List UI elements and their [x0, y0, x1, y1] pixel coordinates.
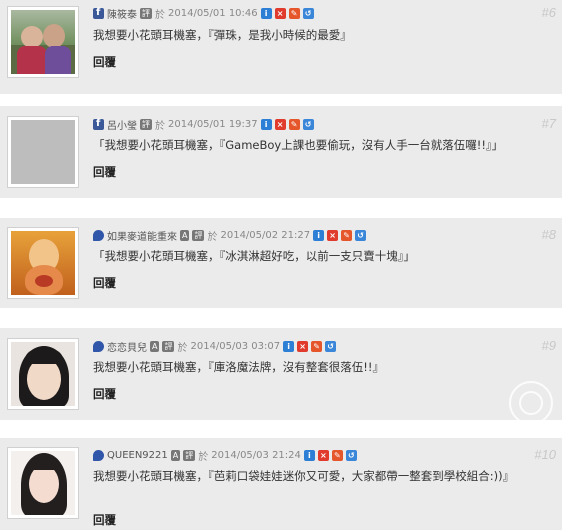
comment-10: QUEEN9221 A 評 於 2014/05/03 21:24 i × ✎ ↺…	[0, 438, 562, 530]
author-name[interactable]: 呂小瑩	[107, 117, 137, 132]
reply-icon[interactable]: ↺	[302, 7, 314, 19]
facebook-icon	[93, 7, 104, 19]
edit-icon[interactable]: ✎	[311, 340, 323, 352]
comment-meta: 陳筱泰 評 於 2014/05/01 10:46 i × ✎ ↺	[93, 6, 314, 21]
delete-icon[interactable]: ×	[317, 449, 329, 461]
timestamp: 2014/05/01 19:37	[168, 118, 258, 130]
timestamp: 2014/05/02 21:27	[220, 229, 311, 241]
posted-prefix: 於	[155, 120, 165, 132]
comment-meta: QUEEN9221 A 評 於 2014/05/03 21:24 i × ✎ ↺	[93, 448, 357, 463]
posted-prefix: 於	[207, 231, 218, 243]
facebook-icon	[93, 118, 104, 130]
info-icon[interactable]: i	[260, 118, 272, 130]
comment-text: 我想要小花頭耳機塞，『庫洛魔法牌，沒有整套很落伍!!』	[93, 360, 384, 374]
delete-icon[interactable]: ×	[327, 229, 339, 241]
comment-bubble-icon	[93, 449, 104, 461]
info-icon[interactable]: i	[303, 449, 315, 461]
author-name[interactable]: QUEEN9221	[107, 450, 168, 461]
comment-8: 如果麥道能重來 A 評 於 2014/05/02 21:27 i × ✎ ↺ #…	[0, 218, 562, 308]
edit-icon[interactable]: ✎	[288, 118, 300, 130]
info-icon[interactable]: i	[283, 340, 295, 352]
level-badge: A	[170, 449, 181, 461]
avatar[interactable]	[7, 447, 79, 519]
reply-icon[interactable]: ↺	[345, 449, 357, 461]
reply-link[interactable]: 回覆	[93, 512, 116, 528]
posted-prefix: 於	[155, 9, 165, 21]
comment-9: 恋恋貝兒 A 評 於 2014/05/03 03:07 i × ✎ ↺ #9 我…	[0, 328, 562, 420]
reply-icon[interactable]: ↺	[325, 340, 337, 352]
comment-6: 陳筱泰 評 於 2014/05/01 10:46 i × ✎ ↺ #6 我想要小…	[0, 0, 562, 94]
rating-badge: 評	[140, 118, 152, 130]
reply-link[interactable]: 回覆	[93, 54, 116, 70]
posted-prefix: 於	[198, 451, 209, 463]
level-badge: A	[150, 340, 160, 352]
rating-badge: 評	[162, 340, 175, 352]
level-badge: A	[180, 229, 190, 241]
reply-icon[interactable]: ↺	[355, 229, 367, 241]
comment-text: 「我想要小花頭耳機塞，『冰淇淋超好吃，以前一支只賣十塊』」	[93, 249, 415, 263]
info-icon[interactable]: i	[313, 229, 325, 241]
comment-text: 「我想要小花頭耳機塞，『GameBoy上課也要偷玩，沒有人手一台就落伍囉!!』」	[93, 138, 504, 152]
rating-badge: 評	[192, 229, 205, 241]
avatar[interactable]	[7, 338, 79, 410]
reply-link[interactable]: 回覆	[93, 386, 116, 402]
delete-icon[interactable]: ×	[274, 7, 286, 19]
comment-bubble-icon	[93, 229, 104, 241]
comment-meta: 如果麥道能重來 A 評 於 2014/05/02 21:27 i × ✎ ↺	[93, 228, 367, 243]
watermark-logo	[509, 381, 553, 425]
info-icon[interactable]: i	[260, 7, 272, 19]
comment-number: #10	[534, 447, 556, 462]
comment-bubble-icon	[93, 340, 104, 352]
author-name[interactable]: 陳筱泰	[107, 6, 137, 21]
timestamp: 2014/05/03 03:07	[190, 340, 281, 352]
comment-number: #8	[541, 227, 556, 242]
rating-badge: 評	[140, 7, 152, 19]
posted-prefix: 於	[177, 342, 188, 354]
comment-text: 我想要小花頭耳機塞，『芭莉口袋娃娃迷你又可愛，大家都帶一整套到學校組合:))』	[93, 469, 515, 483]
comment-text: 我想要小花頭耳機塞，『彈珠，是我小時候的最愛』	[93, 28, 352, 42]
rating-badge: 評	[183, 449, 196, 461]
comment-number: #9	[541, 338, 556, 353]
comment-meta: 呂小瑩 評 於 2014/05/01 19:37 i × ✎ ↺	[93, 117, 314, 132]
edit-icon[interactable]: ✎	[331, 449, 343, 461]
comment-meta: 恋恋貝兒 A 評 於 2014/05/03 03:07 i × ✎ ↺	[93, 339, 337, 354]
delete-icon[interactable]: ×	[297, 340, 309, 352]
reply-link[interactable]: 回覆	[93, 275, 116, 291]
comment-7: 呂小瑩 評 於 2014/05/01 19:37 i × ✎ ↺ #7 「我想要…	[0, 106, 562, 198]
comment-number: #7	[541, 116, 556, 131]
edit-icon[interactable]: ✎	[288, 7, 300, 19]
author-name[interactable]: 恋恋貝兒	[107, 339, 147, 354]
timestamp: 2014/05/03 21:24	[211, 449, 301, 461]
delete-icon[interactable]: ×	[274, 118, 286, 130]
timestamp: 2014/05/01 10:46	[168, 7, 258, 19]
reply-icon[interactable]: ↺	[302, 118, 314, 130]
comment-number: #6	[541, 5, 556, 20]
reply-link[interactable]: 回覆	[93, 164, 116, 180]
avatar[interactable]	[7, 227, 79, 299]
author-name[interactable]: 如果麥道能重來	[107, 228, 177, 243]
avatar[interactable]	[7, 116, 79, 188]
avatar[interactable]	[7, 6, 79, 78]
edit-icon[interactable]: ✎	[341, 229, 353, 241]
